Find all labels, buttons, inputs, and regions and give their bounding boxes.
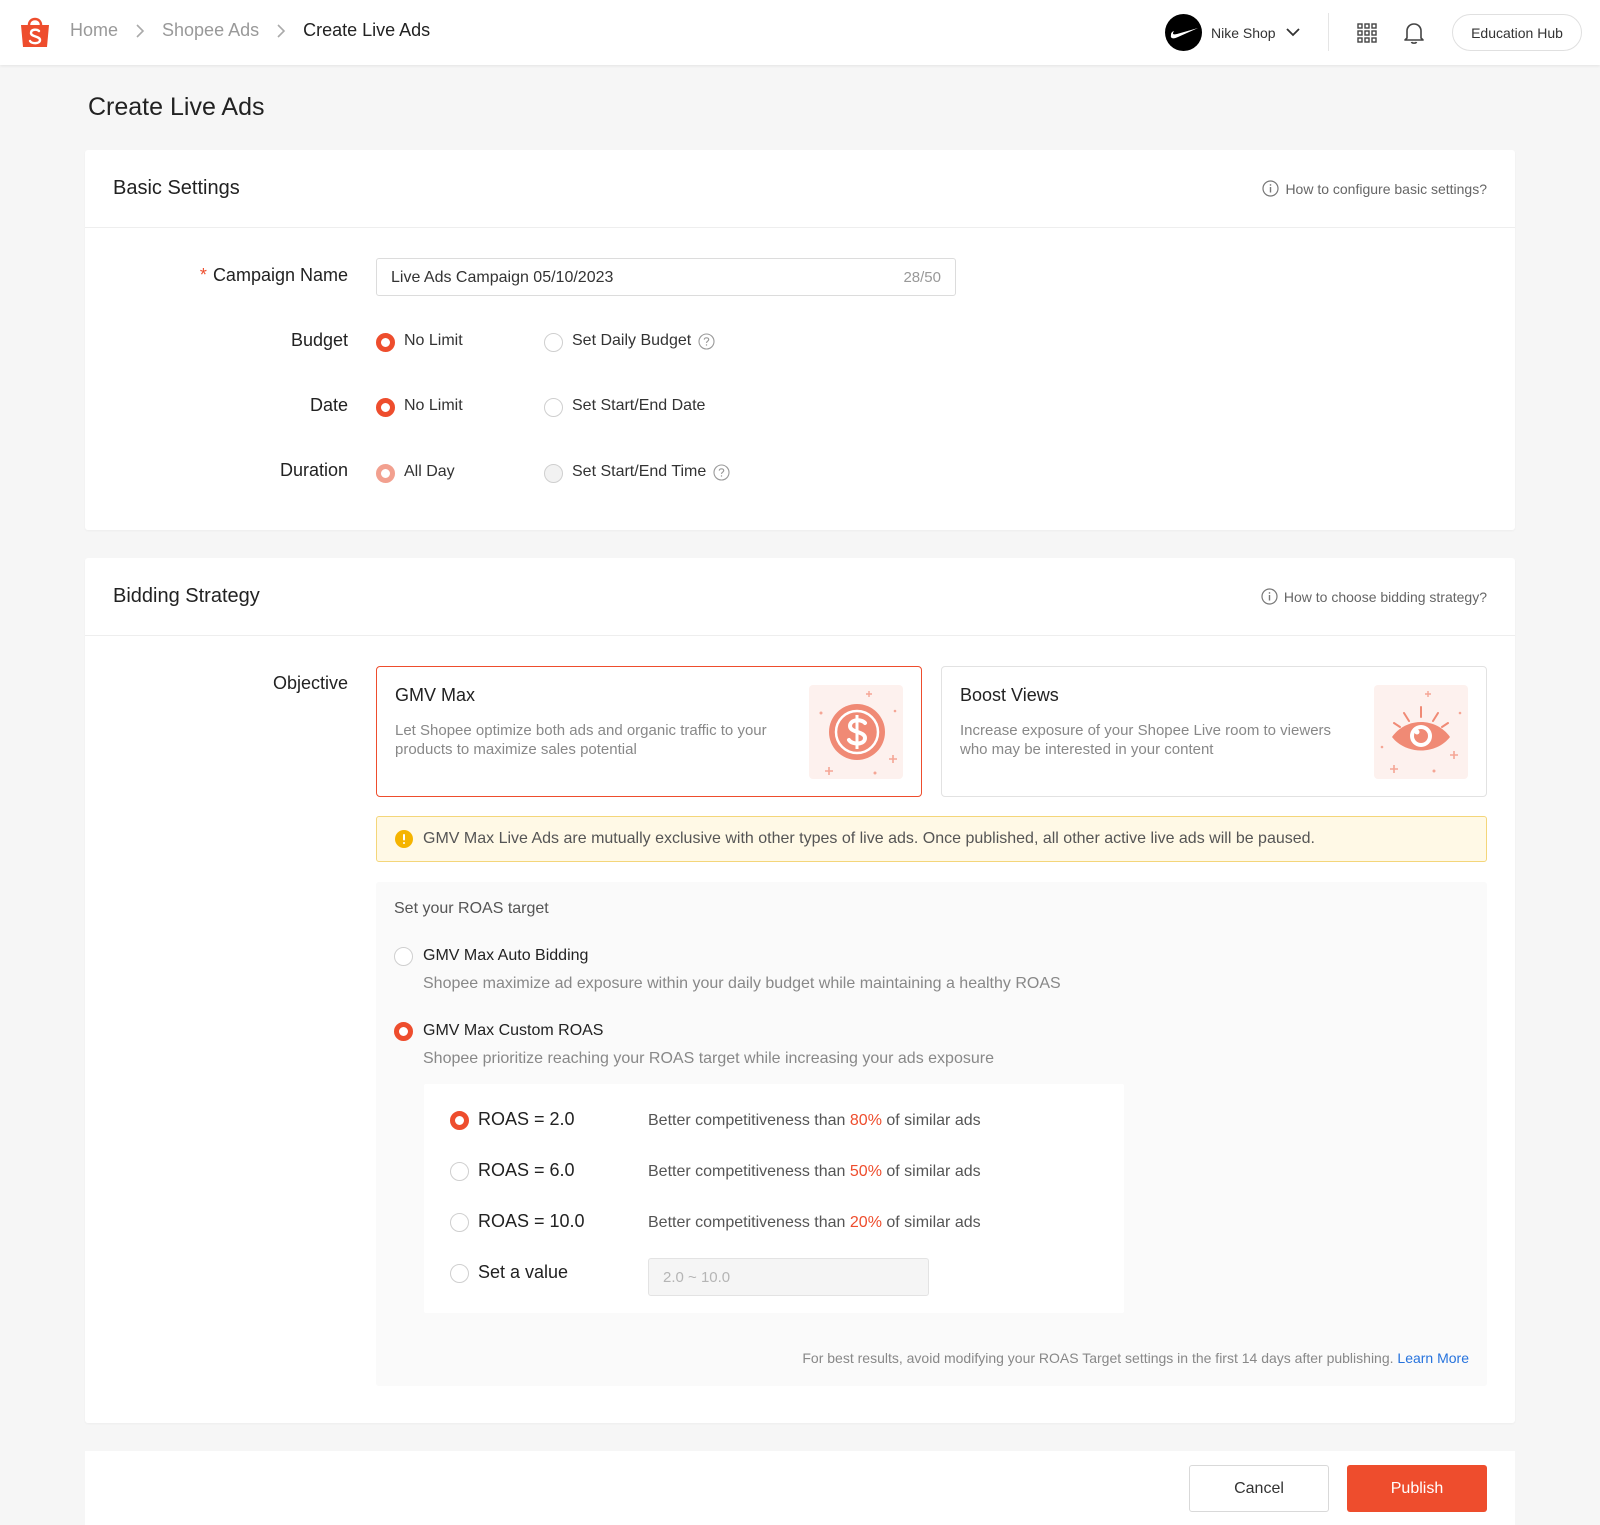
boost-views-description: Increase exposure of your Shopee Live ro… xyxy=(960,722,1332,758)
warning-icon xyxy=(395,830,413,848)
info-icon xyxy=(1262,180,1280,197)
breadcrumb-current: Create Live Ads xyxy=(303,20,431,40)
eye-icon xyxy=(1374,685,1468,779)
roas-option-competitiveness: Better competitiveness than 80% of simil… xyxy=(648,1112,981,1129)
question-icon[interactable] xyxy=(698,332,715,350)
shop-avatar xyxy=(1165,14,1202,51)
date-label: Date xyxy=(309,395,348,415)
budget-no-limit-label: No Limit xyxy=(404,332,463,349)
roas-set-value-label: Set a value xyxy=(478,1262,569,1282)
gmv-custom-roas-title: GMV Max Custom ROAS xyxy=(423,1022,604,1039)
campaign-name-char-count: 28/50 xyxy=(903,269,941,286)
roas-option-radio[interactable] xyxy=(450,1162,469,1181)
roas-footnote: For best results, avoid modifying your R… xyxy=(802,1350,1469,1366)
roas-option-radio[interactable] xyxy=(450,1213,469,1232)
basic-settings-title: Basic Settings xyxy=(113,177,240,199)
objective-boost-views-card[interactable]: Boost Views Increase exposure of your Sh… xyxy=(941,666,1487,797)
warning-text: GMV Max Live Ads are mutually exclusive … xyxy=(423,830,1315,847)
gmv-custom-roas-radio[interactable] xyxy=(394,1022,413,1041)
gmv-auto-bidding-description: Shopee maximize ad exposure within your … xyxy=(423,975,1061,992)
roas-value-input[interactable]: 2.0 ~ 10.0 xyxy=(648,1258,929,1296)
chevron-right-icon xyxy=(259,23,303,38)
breadcrumb-shopee-ads[interactable]: Shopee Ads xyxy=(162,20,259,41)
nike-swoosh-icon xyxy=(1170,27,1198,38)
gmv-exclusive-warning: GMV Max Live Ads are mutually exclusive … xyxy=(376,816,1487,862)
campaign-name-label-text: Campaign Name xyxy=(212,265,348,285)
bell-icon[interactable] xyxy=(1403,21,1425,45)
duration-time-radio[interactable] xyxy=(544,464,563,483)
roas-option-label: ROAS = 10.0 xyxy=(478,1211,585,1231)
campaign-name-label: * Campaign Name xyxy=(148,265,348,286)
budget-label: Budget xyxy=(290,330,348,350)
chevron-right-icon xyxy=(118,23,162,38)
roas-options-panel: ROAS = 2.0 Better competitiveness than 8… xyxy=(424,1084,1124,1313)
shop-name: Nike Shop xyxy=(1211,24,1276,41)
budget-daily-label: Set Daily Budget xyxy=(572,332,692,349)
basic-settings-help-link[interactable]: How to configure basic settings? xyxy=(1262,180,1487,197)
bidding-strategy-header: Bidding Strategy How to choose bidding s… xyxy=(85,558,1515,636)
dollar-coin-icon xyxy=(809,685,903,779)
budget-daily-option: Set Daily Budget xyxy=(572,332,715,350)
roas-value-placeholder: 2.0 ~ 10.0 xyxy=(663,1269,731,1286)
duration-time-label: Set Start/End Time xyxy=(572,463,707,480)
gmv-auto-bidding-title: GMV Max Auto Bidding xyxy=(423,947,589,964)
date-no-limit-radio[interactable] xyxy=(376,398,395,417)
education-hub-button[interactable]: Education Hub xyxy=(1452,14,1582,51)
date-range-label: Set Start/End Date xyxy=(572,397,706,414)
apps-grid-icon[interactable] xyxy=(1357,23,1377,43)
question-icon[interactable] xyxy=(713,463,730,481)
bidding-strategy-help-link[interactable]: How to choose bidding strategy? xyxy=(1261,588,1487,605)
budget-no-limit-radio[interactable] xyxy=(376,333,395,352)
shopee-logo-icon[interactable] xyxy=(19,15,51,49)
top-bar: Home Shopee Ads Create Live Ads Nike Sho… xyxy=(0,0,1600,65)
campaign-name-value: Live Ads Campaign 05/10/2023 xyxy=(391,269,614,286)
publish-button[interactable]: Publish xyxy=(1347,1465,1487,1512)
page-title: Create Live Ads xyxy=(88,93,265,121)
basic-settings-header: Basic Settings How to configure basic se… xyxy=(85,150,1515,228)
gmv-max-title: GMV Max xyxy=(395,685,476,705)
roas-footnote-text: For best results, avoid modifying your R… xyxy=(802,1350,1394,1366)
bidding-strategy-title: Bidding Strategy xyxy=(113,585,260,607)
boost-views-title: Boost Views xyxy=(960,685,1059,705)
gmv-auto-bidding-radio[interactable] xyxy=(394,947,413,966)
cancel-button[interactable]: Cancel xyxy=(1189,1465,1329,1512)
breadcrumb-home[interactable]: Home xyxy=(70,20,118,41)
duration-label: Duration xyxy=(279,460,348,480)
gmv-max-description: Let Shopee optimize both ads and organic… xyxy=(395,722,767,758)
campaign-name-input[interactable]: Live Ads Campaign 05/10/2023 28/50 xyxy=(376,258,956,296)
info-icon xyxy=(1261,588,1278,605)
footer-actions: Cancel Publish xyxy=(85,1451,1515,1525)
date-range-radio[interactable] xyxy=(544,398,563,417)
learn-more-link[interactable]: Learn More xyxy=(1397,1350,1469,1366)
roas-option-competitiveness: Better competitiveness than 50% of simil… xyxy=(648,1163,981,1180)
shop-switcher[interactable]: Nike Shop xyxy=(1165,14,1300,51)
gmv-custom-roas-description: Shopee prioritize reaching your ROAS tar… xyxy=(423,1050,994,1067)
basic-settings-help-text: How to configure basic settings? xyxy=(1285,180,1487,197)
header-divider xyxy=(1328,13,1329,51)
required-mark: * xyxy=(199,265,207,285)
objective-label: Objective xyxy=(272,673,348,693)
breadcrumb: Home Shopee Ads Create Live Ads xyxy=(70,20,430,41)
roas-option-label: ROAS = 6.0 xyxy=(478,1160,575,1180)
chevron-down-icon xyxy=(1285,28,1300,37)
roas-option-competitiveness: Better competitiveness than 20% of simil… xyxy=(648,1214,981,1231)
roas-target-heading: Set your ROAS target xyxy=(394,900,549,917)
budget-daily-radio[interactable] xyxy=(544,333,563,352)
bidding-strategy-help-text: How to choose bidding strategy? xyxy=(1283,588,1487,605)
duration-all-day-radio[interactable] xyxy=(376,464,395,483)
objective-gmv-max-card[interactable]: GMV Max Let Shopee optimize both ads and… xyxy=(376,666,922,797)
duration-time-option: Set Start/End Time xyxy=(572,463,730,481)
roas-set-value-radio[interactable] xyxy=(450,1264,469,1283)
roas-option-label: ROAS = 2.0 xyxy=(478,1109,575,1129)
date-no-limit-label: No Limit xyxy=(404,397,463,414)
roas-target-panel: Set your ROAS target GMV Max Auto Biddin… xyxy=(376,882,1487,1386)
duration-all-day-label: All Day xyxy=(404,463,455,480)
roas-option-radio[interactable] xyxy=(450,1111,469,1130)
